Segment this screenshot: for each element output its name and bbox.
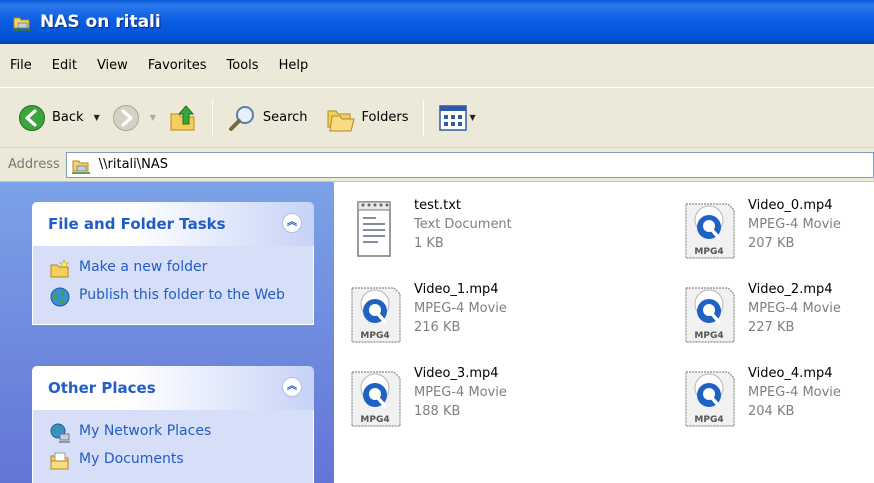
mpeg4-movie-icon: MPG4 <box>685 287 735 343</box>
file-item-video-4[interactable]: MPG4 Video_4.mp4 MPEG-4 Movie 204 KB <box>682 364 841 428</box>
back-dropdown-arrow[interactable]: ▼ <box>94 113 100 122</box>
views-icon <box>438 104 467 131</box>
forward-arrow-icon <box>112 104 139 131</box>
file-type: Text Document <box>414 217 512 232</box>
menu-view[interactable]: View <box>89 58 140 73</box>
title-bar[interactable]: NAS on ritali <box>0 0 874 44</box>
network-folder-icon <box>13 17 31 31</box>
toolbar-separator <box>422 99 424 136</box>
file-type: MPEG-4 Movie <box>414 385 507 400</box>
file-type: MPEG-4 Movie <box>748 385 841 400</box>
file-size: 204 KB <box>748 404 795 419</box>
file-item-video-3[interactable]: MPG4 Video_3.mp4 MPEG-4 Movie 188 KB <box>348 364 507 428</box>
file-item-video-0[interactable]: MPG4 Video_0.mp4 MPEG-4 Movie 207 KB <box>682 196 841 260</box>
menu-file[interactable]: File <box>2 58 44 73</box>
tasks-panel-header[interactable]: File and Folder Tasks ︽ <box>32 202 314 246</box>
forward-dropdown-arrow[interactable]: ▼ <box>150 113 156 122</box>
file-size: 188 KB <box>414 404 461 419</box>
file-list-view: test.txt Text Document 1 KB MPG4 Video_0… <box>334 182 874 483</box>
other-places-panel: Other Places ︽ My Network Places My Docu… <box>32 366 314 483</box>
svg-text:MPG4: MPG4 <box>360 331 389 341</box>
file-info: Video_4.mp4 MPEG-4 Movie 204 KB <box>748 364 841 421</box>
places-panel-title: Other Places <box>48 379 156 397</box>
toolbar: Back ▼ ▼ Search Folders ▼ <box>0 88 874 148</box>
address-field[interactable]: \\ritali\NAS <box>65 151 874 178</box>
file-size: 1 KB <box>414 236 444 251</box>
file-folder-tasks-panel: File and Folder Tasks ︽ Make a new folde… <box>32 202 314 325</box>
file-item-test-txt[interactable]: test.txt Text Document 1 KB <box>348 196 512 260</box>
folders-icon <box>327 110 355 131</box>
file-name: test.txt <box>414 198 461 213</box>
menu-bar: File Edit View Favorites Tools Help <box>0 44 874 88</box>
address-value: \\ritali\NAS <box>98 157 169 172</box>
folders-button[interactable]: Folders <box>320 98 413 138</box>
publish-web-icon <box>50 287 70 307</box>
place-my-network-places[interactable]: My Network Places <box>49 422 313 444</box>
search-icon <box>228 105 254 131</box>
views-dropdown-arrow[interactable]: ▼ <box>470 113 476 122</box>
back-arrow-icon <box>19 104 45 131</box>
address-label: Address <box>8 157 60 172</box>
search-button[interactable]: Search <box>223 98 312 138</box>
file-size: 207 KB <box>748 236 795 251</box>
file-size: 227 KB <box>748 320 795 335</box>
task-publish-to-web[interactable]: Publish this folder to the Web <box>49 286 313 308</box>
tasks-panel-title: File and Folder Tasks <box>48 215 226 233</box>
file-name: Video_0.mp4 <box>748 198 833 213</box>
collapse-chevron-icon[interactable]: ︽ <box>282 377 302 397</box>
text-document-icon <box>357 201 391 257</box>
menu-tools[interactable]: Tools <box>219 58 271 73</box>
file-info: Video_3.mp4 MPEG-4 Movie 188 KB <box>414 364 507 421</box>
mpeg4-movie-icon: MPG4 <box>351 287 401 343</box>
tasks-panel-body: Make a new folder Publish this folder to… <box>32 246 314 325</box>
task-pane: File and Folder Tasks ︽ Make a new folde… <box>0 182 334 483</box>
mpeg4-movie-icon: MPG4 <box>685 203 735 259</box>
file-name: Video_2.mp4 <box>748 282 833 297</box>
network-folder-icon <box>71 160 90 174</box>
file-item-video-2[interactable]: MPG4 Video_2.mp4 MPEG-4 Movie 227 KB <box>682 280 841 344</box>
menu-favorites[interactable]: Favorites <box>140 58 219 73</box>
up-folder-icon <box>170 104 195 130</box>
window-title: NAS on ritali <box>40 12 161 32</box>
mpeg4-movie-icon: MPG4 <box>685 371 735 427</box>
place-my-documents[interactable]: My Documents <box>49 450 313 472</box>
task-make-new-folder[interactable]: Make a new folder <box>49 258 313 280</box>
file-item-video-1[interactable]: MPG4 Video_1.mp4 MPEG-4 Movie 216 KB <box>348 280 507 344</box>
file-info: test.txt Text Document 1 KB <box>414 196 512 253</box>
file-name: Video_1.mp4 <box>414 282 499 297</box>
places-panel-header[interactable]: Other Places ︽ <box>32 366 314 410</box>
collapse-chevron-icon[interactable]: ︽ <box>282 213 302 233</box>
new-folder-icon <box>50 259 69 278</box>
file-info: Video_1.mp4 MPEG-4 Movie 216 KB <box>414 280 507 337</box>
file-size: 216 KB <box>414 320 461 335</box>
file-info: Video_2.mp4 MPEG-4 Movie 227 KB <box>748 280 841 337</box>
file-name: Video_4.mp4 <box>748 366 833 381</box>
up-folder-button[interactable] <box>164 98 202 138</box>
mpeg4-movie-icon: MPG4 <box>351 371 401 427</box>
file-type: MPEG-4 Movie <box>414 301 507 316</box>
views-button[interactable]: ▼ <box>434 98 480 138</box>
svg-text:MPG4: MPG4 <box>694 331 723 341</box>
address-bar: Address \\ritali\NAS <box>0 148 874 182</box>
network-places-icon <box>50 423 70 443</box>
my-documents-icon <box>50 452 69 470</box>
menu-help[interactable]: Help <box>271 58 321 73</box>
file-name: Video_3.mp4 <box>414 366 499 381</box>
file-type: MPEG-4 Movie <box>748 217 841 232</box>
svg-text:MPG4: MPG4 <box>360 415 389 425</box>
places-panel-body: My Network Places My Documents <box>32 410 314 483</box>
svg-text:MPG4: MPG4 <box>694 247 723 257</box>
menu-edit[interactable]: Edit <box>44 58 89 73</box>
svg-text:MPG4: MPG4 <box>694 415 723 425</box>
toolbar-separator <box>211 99 213 136</box>
file-info: Video_0.mp4 MPEG-4 Movie 207 KB <box>748 196 841 253</box>
back-button[interactable]: Back <box>14 98 88 138</box>
file-type: MPEG-4 Movie <box>748 301 841 316</box>
forward-button[interactable] <box>108 98 144 138</box>
